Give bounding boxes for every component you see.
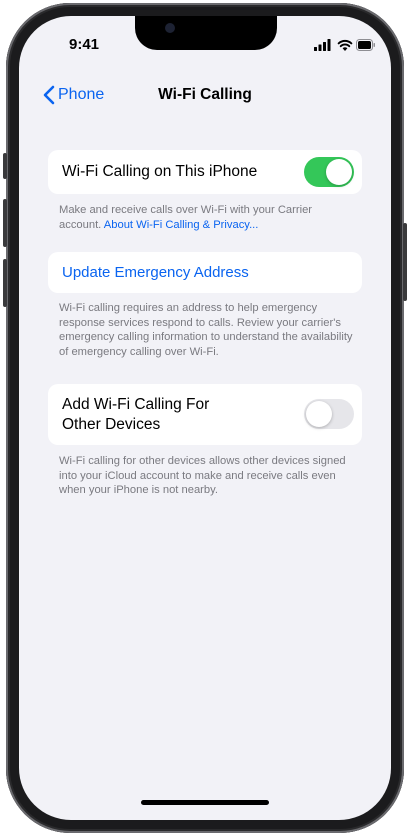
emergency-footer: Wi-Fi calling requires an address to hel… (59, 302, 353, 358)
wifi-calling-row: Wi-Fi Calling on This iPhone (48, 150, 362, 194)
wifi-calling-footer: Make and receive calls over Wi-Fi with y… (59, 203, 357, 232)
signal-icon (314, 39, 331, 51)
screen: 9:41 Phone Wi-Fi Calling Wi-Fi Calling o… (19, 16, 391, 820)
other-devices-toggle[interactable] (304, 399, 354, 429)
other-devices-footer: Wi-Fi calling for other devices allows o… (59, 455, 346, 496)
status-icons (314, 38, 376, 57)
toggle-knob (306, 401, 332, 427)
home-indicator (141, 800, 269, 805)
volume-up-button (3, 199, 7, 247)
other-devices-row: Add Wi-Fi Calling For Other Devices (48, 384, 362, 445)
status-time: 9:41 (69, 36, 100, 53)
battery-icon (356, 39, 375, 51)
other-devices-label-line2: Other Devices (62, 416, 161, 433)
toggle-knob (326, 159, 352, 185)
notch (135, 16, 277, 50)
front-camera (165, 23, 175, 33)
wifi-calling-toggle[interactable] (304, 157, 354, 187)
wifi-calling-label: Wi-Fi Calling on This iPhone (62, 163, 258, 180)
update-emergency-address-link[interactable]: Update Emergency Address (62, 264, 249, 281)
wifi-calling-privacy-link[interactable]: About Wi-Fi Calling & Privacy... (104, 219, 259, 231)
wifi-icon (337, 39, 353, 51)
other-devices-label-line1: Add Wi-Fi Calling For (62, 396, 210, 413)
silent-switch (3, 153, 7, 179)
update-emergency-address-row[interactable]: Update Emergency Address (48, 252, 362, 293)
volume-down-button (3, 259, 7, 307)
power-button (403, 223, 407, 301)
iphone-frame: 9:41 Phone Wi-Fi Calling Wi-Fi Calling o… (3, 3, 407, 833)
page-title: Wi-Fi Calling (158, 86, 252, 103)
other-devices-label: Add Wi-Fi Calling For Other Devices (62, 395, 209, 435)
